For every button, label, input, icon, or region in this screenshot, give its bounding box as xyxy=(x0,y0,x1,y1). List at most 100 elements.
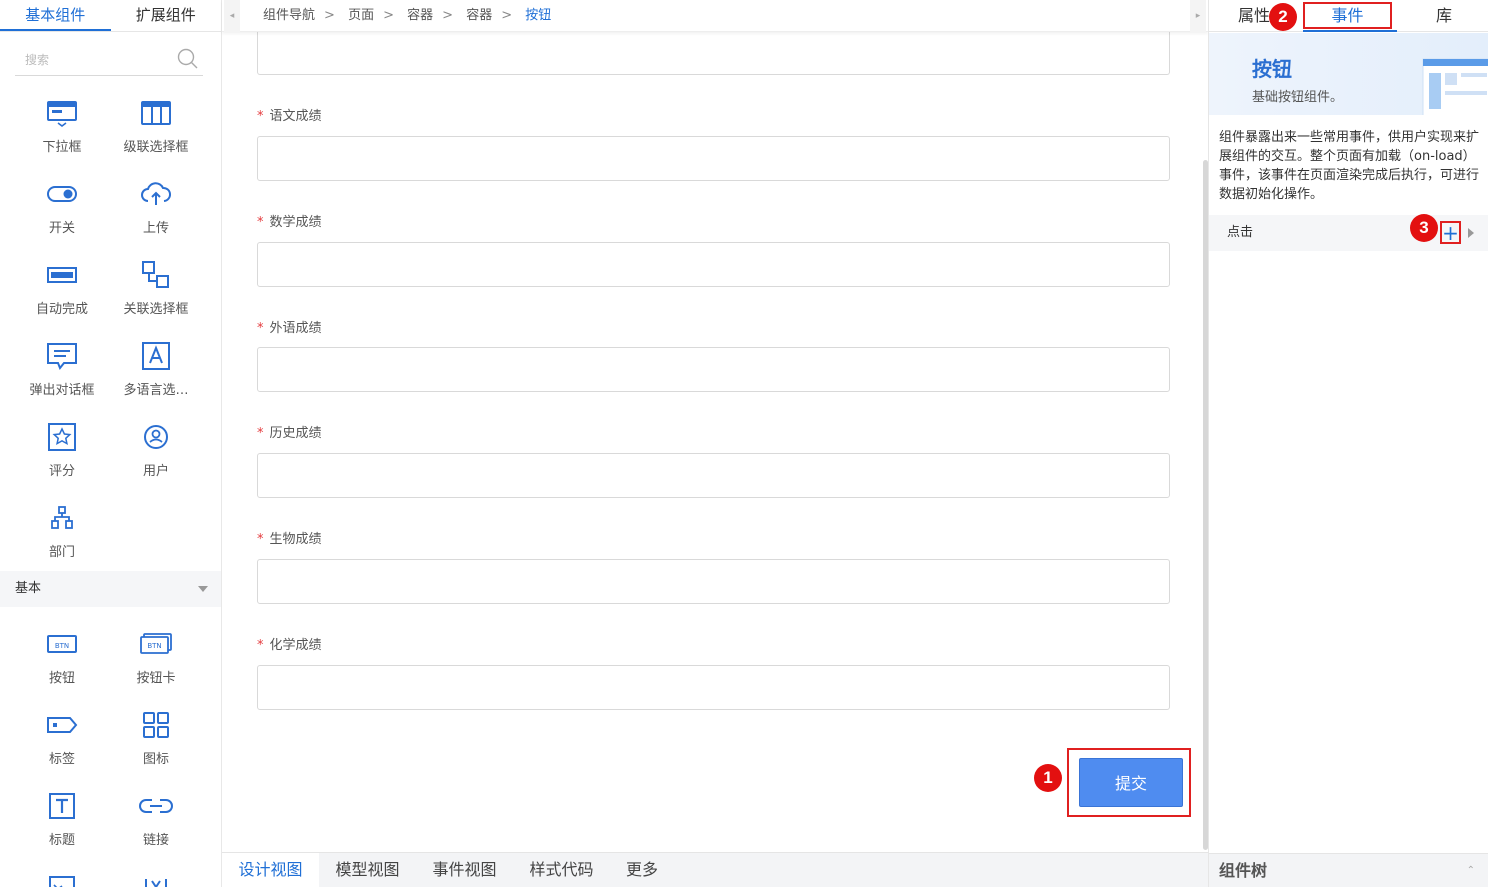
component-label: 用户 xyxy=(142,464,169,479)
component-label: 按钮 xyxy=(48,671,75,686)
component-department[interactable]: 部门 xyxy=(15,501,109,560)
component-label: 评分 xyxy=(48,464,75,479)
component-label: 按钮卡 xyxy=(136,671,176,686)
breadcrumb-item[interactable]: 组件导航 xyxy=(263,8,315,23)
component-label: 弹出对话框 xyxy=(29,383,95,398)
tab-events[interactable]: 事件 xyxy=(1303,0,1392,32)
scroll-left-icon[interactable]: ◂ xyxy=(224,0,240,32)
tab-extended-components[interactable]: 扩展组件 xyxy=(111,0,222,31)
tab-design-view[interactable]: 设计视图 xyxy=(222,853,319,888)
form-input-partial[interactable] xyxy=(257,30,1170,75)
form-label: * 化学成绩 xyxy=(257,634,322,653)
section-title: 基本 xyxy=(15,581,42,596)
expand-arrow-icon[interactable] xyxy=(1468,228,1474,238)
component-label: 链接 xyxy=(142,833,169,848)
component-label: 开关 xyxy=(48,221,75,236)
breadcrumb: 组件导航 > 页面 > 容器 > 容器 > 按钮 xyxy=(263,8,552,23)
tab-library[interactable]: 库 xyxy=(1419,0,1469,32)
field-label-chinese: 语文成绩 xyxy=(269,109,322,124)
event-row-click[interactable]: 点击 + xyxy=(1209,215,1488,251)
component-autocomplete[interactable]: 自动完成 xyxy=(15,258,109,317)
submit-highlight: 提交 xyxy=(1067,748,1191,817)
component-label: 部门 xyxy=(48,545,75,560)
component-title[interactable]: 标题 xyxy=(15,789,109,848)
component-title: 按钮 xyxy=(1252,57,1292,81)
submit-button[interactable]: 提交 xyxy=(1079,758,1183,807)
foreign-score-input[interactable] xyxy=(257,347,1170,392)
component-icon[interactable]: 图标 xyxy=(109,708,203,767)
search-input[interactable] xyxy=(15,46,165,74)
annotation-badge-3: 3 xyxy=(1410,214,1438,242)
component-button[interactable]: BTN 按钮 xyxy=(15,627,109,686)
component-label: 多语言选… xyxy=(123,383,189,398)
component-link[interactable]: 链接 xyxy=(109,789,203,848)
field-label-chemistry: 化学成绩 xyxy=(269,638,322,653)
required-mark: * xyxy=(257,638,264,653)
field-label-foreign: 外语成绩 xyxy=(269,321,322,336)
active-tab-underline xyxy=(1303,30,1397,32)
component-cascader[interactable]: 级联选择框 xyxy=(109,96,203,155)
component-button-card[interactable]: BTN 按钮卡 xyxy=(109,627,203,686)
field-label-biology: 生物成绩 xyxy=(269,532,322,547)
breadcrumb-current[interactable]: 按钮 xyxy=(525,8,551,23)
collapse-up-icon[interactable]: ⌃ xyxy=(1467,854,1475,888)
component-user[interactable]: 用户 xyxy=(109,420,203,479)
component-rating[interactable]: 评分 xyxy=(15,420,109,479)
relation-select-icon xyxy=(142,261,169,288)
add-event-button[interactable]: + xyxy=(1442,222,1459,244)
component-tree-bar[interactable]: 组件树 ⌃ xyxy=(1209,853,1488,887)
tab-style-code[interactable]: 样式代码 xyxy=(513,853,610,888)
department-icon xyxy=(51,506,73,529)
chinese-score-input[interactable] xyxy=(257,136,1170,181)
events-description: 组件暴露出来一些常用事件，供用户实现来扩展组件的交互。整个页面有加载（on-lo… xyxy=(1219,130,1480,202)
scroll-right-icon[interactable]: ▸ xyxy=(1190,0,1206,32)
chemistry-score-input[interactable] xyxy=(257,665,1170,710)
tab-more[interactable]: 更多 xyxy=(610,853,674,888)
upload-icon xyxy=(141,182,171,205)
component-relation-select[interactable]: 关联选择框 xyxy=(109,258,203,317)
breadcrumb-item[interactable]: 容器 xyxy=(407,8,433,23)
form-label: * 语文成绩 xyxy=(257,105,322,124)
required-mark: * xyxy=(257,532,264,547)
component-label: 自动完成 xyxy=(35,302,88,317)
button-icon: BTN xyxy=(47,635,77,653)
component-partial[interactable] xyxy=(109,870,203,887)
component-label: 标题 xyxy=(48,833,75,848)
component-illustration-icon xyxy=(1422,58,1488,115)
tag-icon xyxy=(47,717,78,733)
history-score-input[interactable] xyxy=(257,453,1170,498)
biology-score-input[interactable] xyxy=(257,559,1170,604)
component-dialog[interactable]: 弹出对话框 xyxy=(15,339,109,398)
cascader-icon xyxy=(141,101,171,125)
breadcrumb-bar: ◂ 组件导航 > 页面 > 容器 > 容器 > 按钮 ▸ xyxy=(222,0,1208,32)
rating-icon xyxy=(48,423,76,451)
math-score-input[interactable] xyxy=(257,242,1170,287)
component-multilang[interactable]: 多语言选… xyxy=(109,339,203,398)
component-upload[interactable]: 上传 xyxy=(109,177,203,236)
component-tree-title: 组件树 xyxy=(1219,861,1268,880)
component-partial[interactable] xyxy=(15,870,109,887)
grid-icon xyxy=(143,712,169,738)
link-icon xyxy=(139,799,173,813)
event-label: 点击 xyxy=(1227,225,1254,240)
tab-basic-components[interactable]: 基本组件 xyxy=(0,0,111,31)
component-palette: 基本组件 扩展组件 下拉框 级联选择框 开关 上传 自动完成 关联选择框 弹出对… xyxy=(0,0,222,887)
view-tabs: 设计视图 模型视图 事件视图 样式代码 更多 xyxy=(222,852,1208,888)
collapse-caret-icon[interactable] xyxy=(198,586,208,592)
tab-model-view[interactable]: 模型视图 xyxy=(319,853,416,888)
add-event-highlight: + xyxy=(1440,221,1461,244)
button-card-icon: BTN xyxy=(140,633,172,654)
component-dropdown[interactable]: 下拉框 xyxy=(15,96,109,155)
search-icon[interactable] xyxy=(177,48,199,70)
required-mark: * xyxy=(257,426,264,441)
component-label: 下拉框 xyxy=(42,140,82,155)
section-basic[interactable]: 基本 xyxy=(0,571,221,607)
field-label-history: 历史成绩 xyxy=(269,426,322,441)
component-header: 按钮 基础按钮组件。 xyxy=(1209,33,1488,115)
component-tag[interactable]: 标签 xyxy=(15,708,109,767)
component-switch[interactable]: 开关 xyxy=(15,177,109,236)
breadcrumb-item[interactable]: 页面 xyxy=(348,8,374,23)
tab-event-view[interactable]: 事件视图 xyxy=(416,853,513,888)
palette-tabs: 基本组件 扩展组件 xyxy=(0,0,221,32)
breadcrumb-item[interactable]: 容器 xyxy=(466,8,492,23)
